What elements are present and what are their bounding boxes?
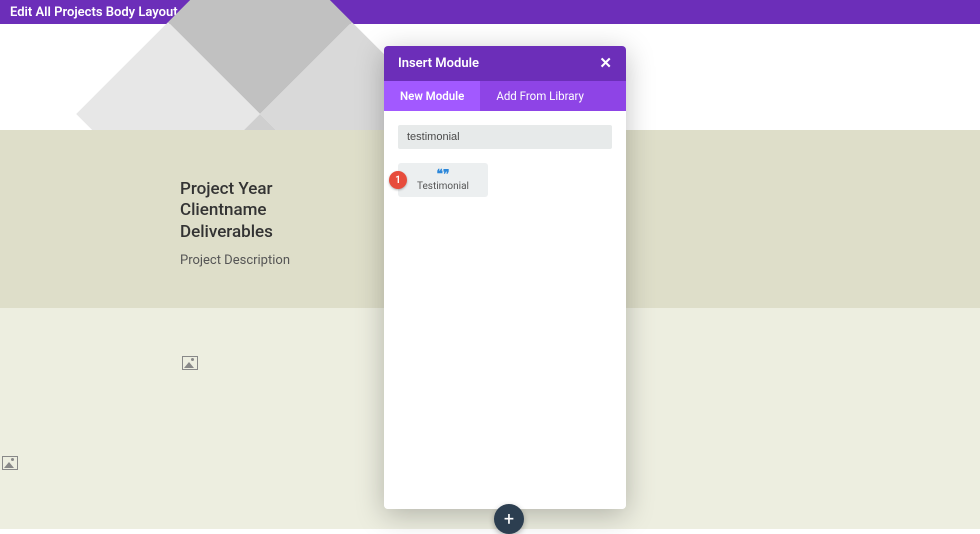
add-module-button[interactable]: +	[494, 504, 524, 534]
insert-module-modal: Insert Module ✕ New Module Add From Libr…	[384, 46, 626, 509]
modal-tabs: New Module Add From Library	[384, 81, 626, 111]
module-label: Testimonial	[417, 181, 469, 192]
top-toolbar: Edit All Projects Body Layout	[0, 0, 980, 24]
module-testimonial[interactable]: 1 ❝❞ Testimonial	[398, 163, 488, 197]
project-deliverables: Deliverables	[180, 222, 290, 243]
step-badge: 1	[389, 171, 407, 189]
modal-body: 1 ❝❞ Testimonial	[384, 111, 626, 509]
quote-icon: ❝❞	[437, 168, 450, 180]
image-placeholder-icon	[2, 456, 18, 470]
image-placeholder-icon	[182, 356, 198, 370]
project-client: Clientname	[180, 200, 290, 221]
project-description: Project Description	[180, 253, 290, 268]
page-canvas: Project Year Clientname Deliverables Pro…	[0, 24, 980, 529]
page-title: Edit All Projects Body Layout	[10, 5, 178, 20]
plus-icon: +	[504, 509, 514, 530]
module-search-input[interactable]	[398, 125, 612, 149]
tab-add-from-library[interactable]: Add From Library	[480, 81, 600, 111]
tab-new-module[interactable]: New Module	[384, 81, 480, 111]
close-icon[interactable]: ✕	[599, 56, 612, 71]
modal-title: Insert Module	[398, 56, 479, 71]
modal-header: Insert Module ✕	[384, 46, 626, 81]
project-info: Project Year Clientname Deliverables Pro…	[180, 179, 290, 268]
module-grid: 1 ❝❞ Testimonial	[398, 163, 612, 197]
project-year: Project Year	[180, 179, 290, 200]
